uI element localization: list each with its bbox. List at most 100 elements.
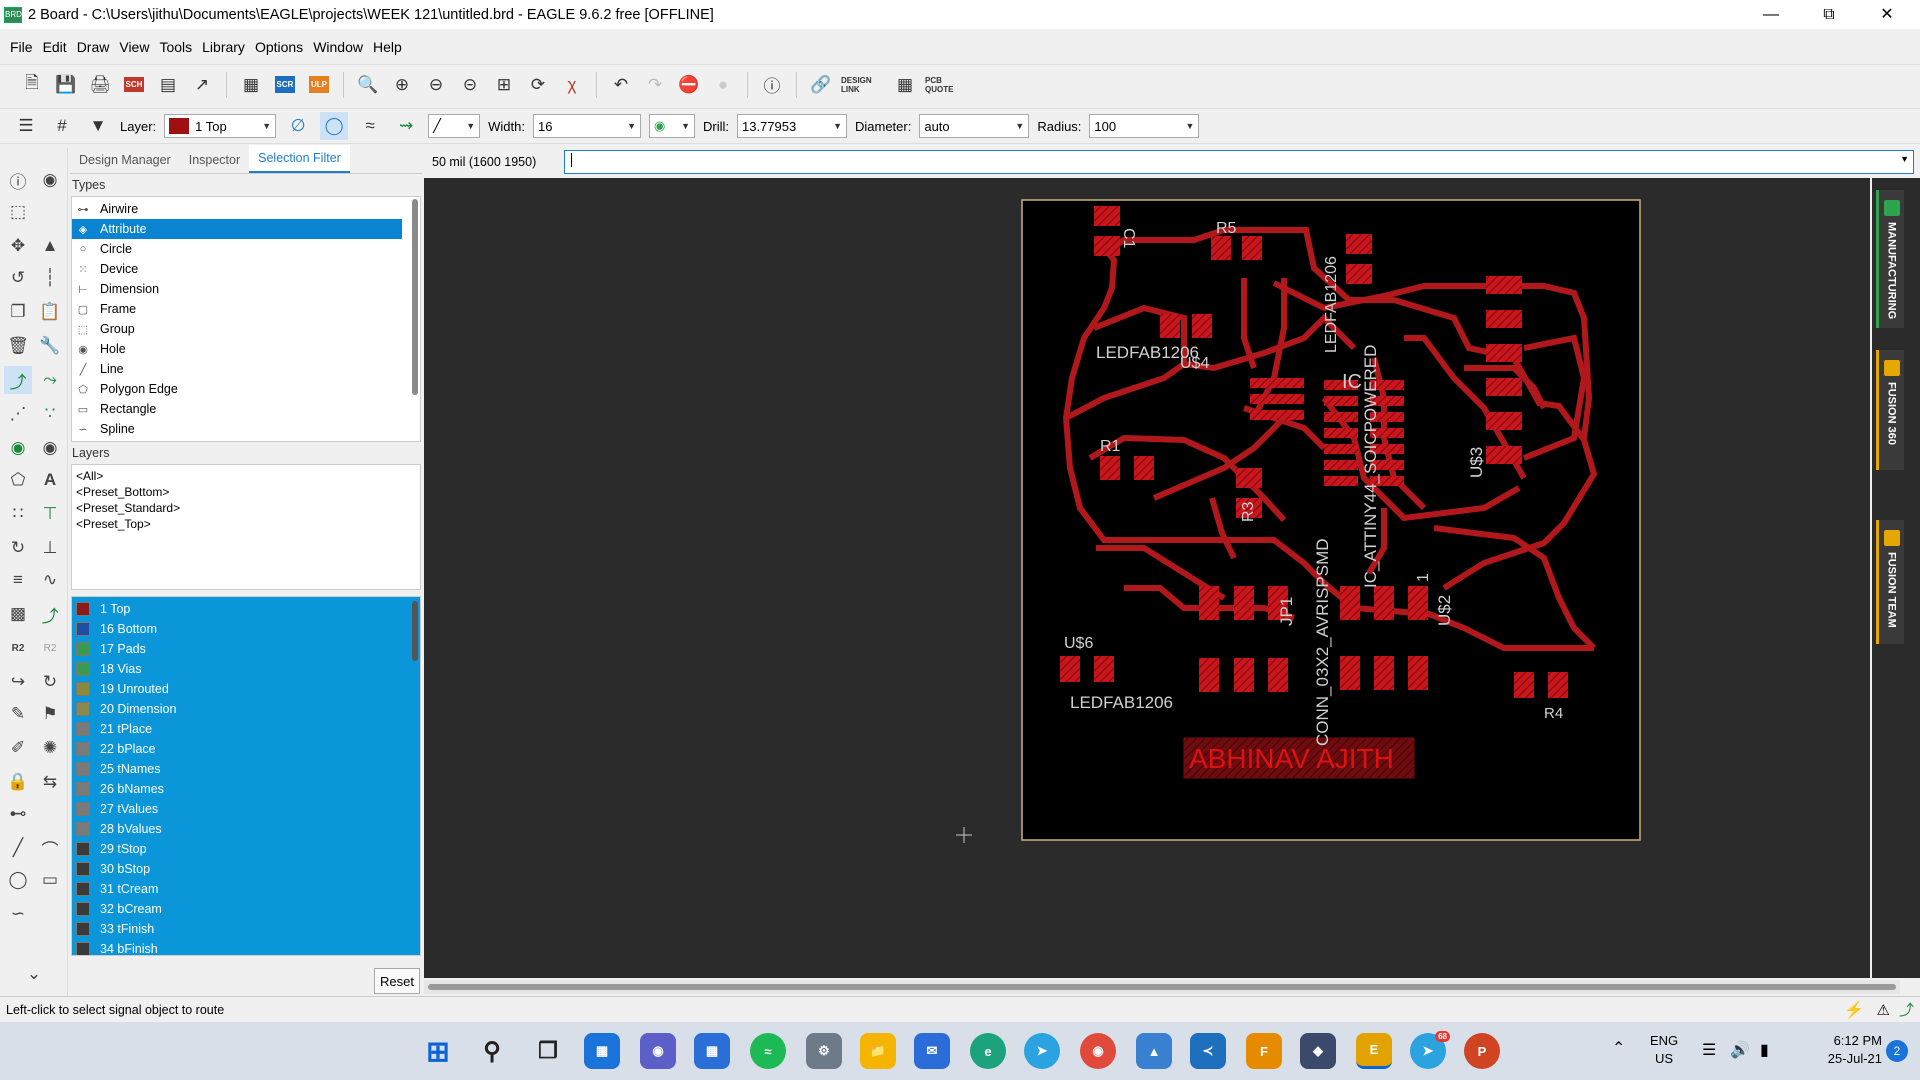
- paste-icon[interactable]: 📋: [36, 298, 64, 326]
- side-tab-manufacturing[interactable]: MANUFACTURING: [1876, 190, 1904, 328]
- store-icon[interactable]: ▦: [694, 1033, 730, 1069]
- dimension-tool-icon[interactable]: ⊥: [36, 534, 64, 562]
- layer-select[interactable]: 1 Top ▼: [164, 114, 277, 138]
- hole-tool-icon[interactable]: ◉: [36, 434, 64, 462]
- script-icon[interactable]: SCR: [271, 71, 299, 99]
- copy-icon[interactable]: ❐: [4, 298, 32, 326]
- change-icon[interactable]: 🔧: [36, 332, 64, 360]
- type-item-line[interactable]: ╱ Line: [72, 359, 402, 379]
- route-walkaround-icon[interactable]: ◯: [320, 112, 349, 140]
- type-item-circle[interactable]: ○ Circle: [72, 239, 402, 259]
- tab-selection-filter[interactable]: Selection Filter: [249, 145, 350, 173]
- text-icon[interactable]: A: [36, 466, 64, 494]
- diameter-select[interactable]: auto ▼: [919, 114, 1030, 138]
- zoom-in-icon[interactable]: ⊕: [388, 71, 416, 99]
- expand-icon[interactable]: ⌄: [20, 960, 48, 988]
- alert-icon[interactable]: ⚠: [1877, 1001, 1890, 1019]
- drill-select[interactable]: 13.77953 ▼: [736, 114, 847, 138]
- pin-swap-icon[interactable]: ⇆: [36, 768, 64, 796]
- radius-select[interactable]: 100 ▼: [1089, 114, 1200, 138]
- paint-icon[interactable]: ✐: [4, 734, 32, 762]
- ripup-icon[interactable]: ⤳: [36, 366, 64, 394]
- redraw-icon[interactable]: ⟳: [524, 71, 552, 99]
- grid-icon[interactable]: #: [48, 112, 76, 140]
- add-part-icon[interactable]: ▩: [4, 600, 32, 628]
- layer-item[interactable]: 1 Top: [72, 599, 402, 619]
- menu-help[interactable]: Help: [369, 39, 406, 55]
- via-icon[interactable]: ◉: [4, 434, 32, 462]
- layer-settings-icon[interactable]: ☰: [12, 112, 40, 140]
- type-item-group[interactable]: ⬚ Group: [72, 319, 402, 339]
- design-link-icon[interactable]: 🔗: [807, 71, 835, 99]
- print-icon[interactable]: 🖨: [86, 71, 114, 99]
- language-indicator[interactable]: ENG US: [1650, 1032, 1678, 1068]
- app-icon[interactable]: ◆: [1300, 1033, 1336, 1069]
- photos-icon[interactable]: ▲: [1136, 1033, 1172, 1069]
- filter-icon[interactable]: ▼: [84, 112, 112, 140]
- chevron-up-icon[interactable]: ⌃: [1612, 1038, 1625, 1058]
- route-mode-icon[interactable]: ⇝: [392, 112, 420, 140]
- route-icon[interactable]: ⤴: [4, 366, 32, 394]
- export-icon[interactable]: ↗: [188, 71, 216, 99]
- zoom-select-icon[interactable]: ⊝: [456, 71, 484, 99]
- rectangle-tool-icon[interactable]: ▭: [36, 866, 64, 894]
- layer-item[interactable]: 27 tValues: [72, 799, 402, 819]
- chrome-icon[interactable]: ◉: [1080, 1033, 1116, 1069]
- optimize-icon[interactable]: ≡: [4, 566, 32, 594]
- tab-inspector[interactable]: Inspector: [180, 147, 249, 173]
- menu-view[interactable]: View: [115, 39, 153, 55]
- settings-icon[interactable]: ⚙: [806, 1033, 842, 1069]
- width-select[interactable]: 16 ▼: [532, 114, 641, 138]
- layer-item[interactable]: 34 bFinish: [72, 939, 402, 955]
- rotate-icon[interactable]: ↺: [4, 264, 32, 292]
- type-item-airwire[interactable]: ⊶ Airwire: [72, 199, 402, 219]
- telegram-icon[interactable]: ➤: [1024, 1033, 1060, 1069]
- attribute-tool-icon[interactable]: ↻: [4, 534, 32, 562]
- layer-item[interactable]: 28 bValues: [72, 819, 402, 839]
- stop-icon[interactable]: ⛔: [675, 71, 703, 99]
- volume-icon[interactable]: 🔊: [1730, 1040, 1750, 1060]
- side-tab-fusion360[interactable]: FUSION 360: [1876, 350, 1904, 470]
- layer-item[interactable]: 20 Dimension: [72, 699, 402, 719]
- layer-preset-item[interactable]: <Preset_Standard>: [72, 501, 420, 517]
- value-tool-icon[interactable]: R2: [36, 634, 64, 662]
- zoom-fit-icon[interactable]: 🔍: [354, 71, 382, 99]
- layer-item[interactable]: 18 Vias: [72, 659, 402, 679]
- gate-swap-icon[interactable]: ↻: [36, 668, 64, 696]
- layer-item[interactable]: 29 tStop: [72, 839, 402, 859]
- lock-icon[interactable]: 🔒: [4, 768, 32, 796]
- polygon-icon[interactable]: ⬠: [4, 466, 32, 494]
- help-icon[interactable]: ⓘ: [758, 71, 786, 99]
- task-view-icon[interactable]: ❐: [530, 1033, 566, 1069]
- package-icon[interactable]: ✎: [4, 700, 32, 728]
- search-icon[interactable]: ⚲: [474, 1033, 510, 1069]
- vscode-icon[interactable]: ≺: [1190, 1033, 1226, 1069]
- fusion-icon[interactable]: F: [1246, 1033, 1282, 1069]
- menu-library[interactable]: Library: [198, 39, 249, 55]
- redo-icon[interactable]: ↷: [641, 71, 669, 99]
- command-input[interactable]: ▼: [564, 150, 1914, 174]
- pcb-quote-label[interactable]: PCB QUOTE: [925, 76, 969, 94]
- layer-preset-item[interactable]: <Preset_Bottom>: [72, 485, 420, 501]
- replace-icon[interactable]: ⤴: [36, 600, 64, 628]
- layer-preset-item[interactable]: <Preset_Top>: [72, 517, 420, 533]
- select-icon[interactable]: ⬚: [4, 198, 32, 226]
- eagle-taskbar-icon[interactable]: E: [1356, 1033, 1392, 1069]
- layers-scrollbar[interactable]: [412, 601, 418, 661]
- save-icon[interactable]: 💾: [52, 71, 80, 99]
- library-icon[interactable]: ▦: [237, 71, 265, 99]
- board-canvas[interactable]: C1 R5 LEDFAB1206 U$4 R1 R3 IC IC_ATTINY4…: [424, 178, 1870, 978]
- chevron-down-icon[interactable]: ▼: [1900, 154, 1909, 164]
- layer-item[interactable]: 22 bPlace: [72, 739, 402, 759]
- wire-bend-select[interactable]: ╱ ▼: [428, 114, 481, 138]
- arc-tool-icon[interactable]: ⌒: [36, 834, 64, 862]
- smash-icon[interactable]: ↪: [4, 668, 32, 696]
- minimize-button[interactable]: —: [1748, 0, 1794, 29]
- menu-file[interactable]: File: [6, 39, 37, 55]
- undo-icon[interactable]: ↶: [607, 71, 635, 99]
- powerpoint-icon[interactable]: P: [1464, 1033, 1500, 1069]
- schematic-icon[interactable]: SCH: [120, 71, 148, 99]
- wifi-icon[interactable]: ☰: [1702, 1040, 1716, 1060]
- ratsnest-icon[interactable]: χ: [558, 71, 586, 99]
- start-icon[interactable]: ⊞: [420, 1033, 456, 1069]
